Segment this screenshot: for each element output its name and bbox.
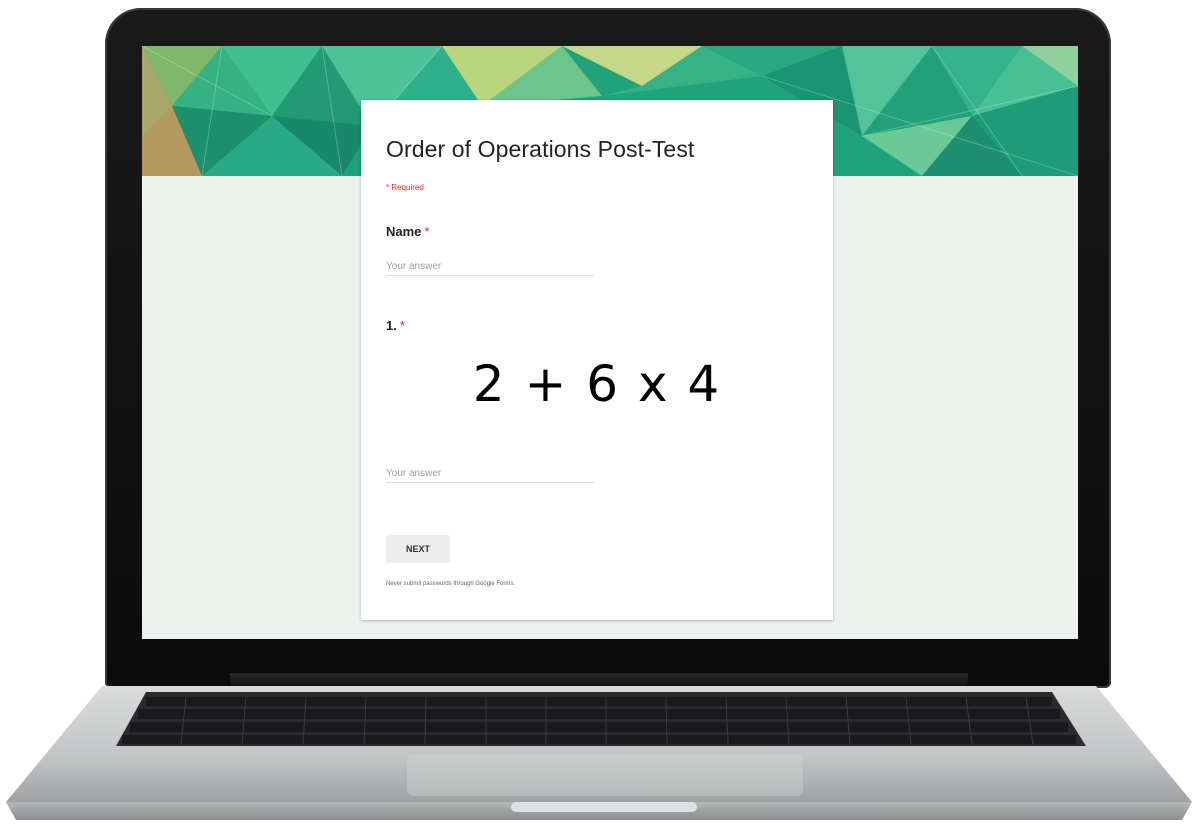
question-1-text: 1. — [386, 318, 397, 333]
form-title: Order of Operations Post-Test — [386, 136, 695, 162]
laptop-screen: Order of Operations Post-Test * Required… — [142, 46, 1078, 639]
laptop-mockup: Order of Operations Post-Test * Required… — [0, 0, 1198, 829]
question-name-text: Name — [386, 224, 422, 239]
question-1-label: 1. * — [386, 318, 405, 333]
question-1-image: 2 + 6 x 4 — [472, 355, 722, 413]
required-star: * — [399, 318, 405, 333]
trackpad — [407, 754, 803, 796]
required-note: * Required — [386, 183, 424, 192]
name-answer-input[interactable] — [386, 257, 594, 276]
footer-note: Never submit passwords through Google Fo… — [386, 581, 516, 587]
question-name-label: Name * — [386, 224, 429, 239]
next-button[interactable]: NEXT — [386, 535, 450, 563]
required-star: * — [424, 224, 430, 239]
question-1-answer-input[interactable] — [386, 464, 594, 483]
form-card: Order of Operations Post-Test * Required… — [361, 100, 833, 620]
